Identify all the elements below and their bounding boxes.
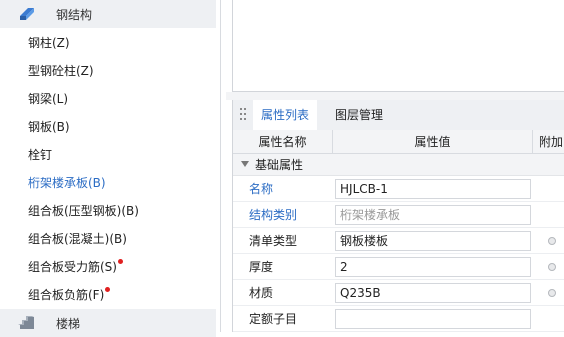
property-row: 清单类型 钢板楼板 [233,228,564,254]
nav-item-label: 钢梁(L) [28,92,69,106]
nav-item-composite-slab-negative-rebar[interactable]: 组合板负筋(F) [28,286,111,304]
property-value-field[interactable]: 2 [335,257,531,277]
property-row: 厚度 2 [233,254,564,280]
column-header-extra[interactable]: 附加 [533,130,564,154]
nav-item-label: 桁架楼承板(B) [28,176,106,190]
nav-item-label: 组合板受力筋(S) [28,260,117,274]
group-header-stairs[interactable]: 楼梯 [0,309,216,337]
nav-item-label: 组合板负筋(F) [28,288,105,302]
panel-gap [226,92,564,100]
nav-item-label: 型钢砼柱(Z) [28,64,94,78]
property-name: 清单类型 [249,234,298,248]
drag-handle-icon[interactable] [240,108,246,121]
tab-properties[interactable]: 属性列表 [253,100,318,130]
property-value-field[interactable] [335,309,531,329]
property-name: 结构类别 [249,208,298,222]
nav-item-label: 钢柱(Z) [28,36,70,50]
property-name: 厚度 [249,260,274,274]
nav-item-truss-deck[interactable]: 桁架楼承板(B) [28,174,106,192]
nav-item-label: 组合板(混凝土)(B) [28,232,127,246]
new-badge-dot [117,259,123,264]
properties-grid: 属性名称 属性值 附加 基础属性 名称 HJLCB-1 结构类别 桁架楼承板 清… [232,130,564,332]
column-header-name[interactable]: 属性名称 [233,130,333,154]
nav-item-label: 钢板(B) [28,120,70,134]
property-name: 定额子目 [249,312,298,326]
property-row: 定额子目 [233,306,564,332]
component-tree-panel: 钢结构 钢柱(Z) 型钢砼柱(Z) 钢梁(L) 钢板(B) 栓钉 桁架楼承板(B… [0,0,216,337]
property-row: 材质 Q235B [233,280,564,306]
property-row: 结构类别 桁架楼承板 [233,202,564,228]
property-row: 名称 HJLCB-1 [233,176,564,202]
nav-item-composite-slab-concrete[interactable]: 组合板(混凝土)(B) [28,230,127,248]
property-value-field[interactable]: 桁架楼承板 [335,205,531,225]
collapse-arrow-icon[interactable] [241,161,249,167]
property-value-field[interactable]: HJLCB-1 [335,179,531,199]
section-basic-properties[interactable]: 基础属性 [233,154,564,176]
extra-checkbox[interactable] [548,289,556,297]
nav-item-shear-stud[interactable]: 栓钉 [28,146,52,164]
extra-checkbox[interactable] [548,263,556,271]
panel-divider[interactable] [220,0,221,332]
new-badge-dot [105,287,111,292]
property-name: 名称 [249,182,274,196]
grid-header: 属性名称 属性值 附加 [233,130,564,154]
stairs-icon [18,316,34,329]
group-label: 楼梯 [56,316,81,331]
group-header-steel-structure[interactable]: 钢结构 [0,0,216,28]
preview-area [232,0,564,92]
steel-beam-icon [20,8,34,20]
extra-checkbox[interactable] [548,237,556,245]
property-value-field[interactable]: Q235B [335,283,531,303]
property-name: 材质 [249,286,274,300]
nav-item-label: 组合板(压型钢板)(B) [28,204,139,218]
nav-item-steel-column[interactable]: 钢柱(Z) [28,34,70,52]
properties-tabbar: 属性列表 图层管理 [232,100,564,130]
section-title: 基础属性 [255,158,304,172]
nav-item-label: 栓钉 [28,148,53,162]
tab-layers[interactable]: 图层管理 [327,100,391,130]
column-header-value[interactable]: 属性值 [333,130,533,154]
nav-item-steel-plate[interactable]: 钢板(B) [28,118,70,136]
nav-item-steel-beam[interactable]: 钢梁(L) [28,90,68,108]
group-label: 钢结构 [56,7,93,22]
property-value-field[interactable]: 钢板楼板 [335,231,531,251]
nav-item-composite-slab-deck[interactable]: 组合板(压型钢板)(B) [28,202,139,220]
nav-item-steel-concrete-column[interactable]: 型钢砼柱(Z) [28,62,94,80]
nav-item-composite-slab-main-rebar[interactable]: 组合板受力筋(S) [28,258,123,276]
